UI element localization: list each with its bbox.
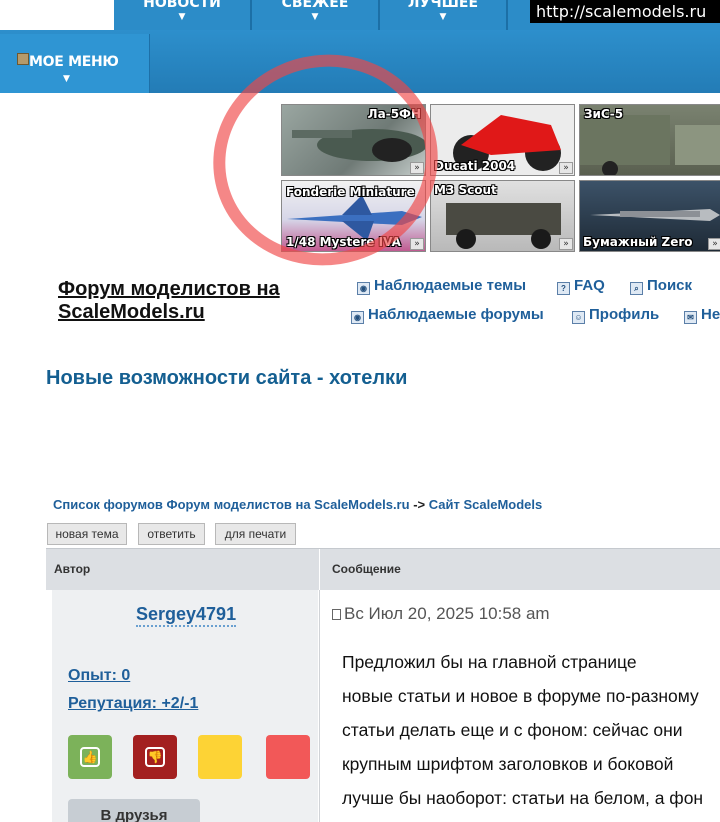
site-title-line2: ScaleModels.ru [58, 301, 205, 323]
faq-label: FAQ [574, 277, 605, 294]
watch-icon: ◉ [351, 311, 364, 324]
chevron-down-icon: ▼ [311, 12, 319, 22]
nav-item-news[interactable]: НОВОСТИ ▼ [114, 0, 250, 30]
post-author-link[interactable]: Sergey4791 [136, 603, 237, 627]
profile-link[interactable]: ☺ Профиль [572, 306, 659, 324]
breadcrumb: Список форумов Форум моделистов на Scale… [53, 497, 542, 512]
url-overlay: http://scalemodels.ru [530, 0, 720, 23]
watched-topics-label: Наблюдаемые темы [374, 277, 527, 294]
nav-label: НОВОСТИ [143, 0, 221, 11]
post-line: Предложил бы на главной странице [342, 652, 637, 672]
user-menu-icon [17, 53, 29, 65]
banner-tile[interactable]: ЗиС-5 [579, 104, 720, 176]
topic-title[interactable]: Новые возможности сайта - хотелки [46, 367, 407, 390]
print-button[interactable]: для печати [215, 523, 296, 545]
breadcrumb-root-link[interactable]: Список форумов Форум моделистов на Scale… [53, 497, 410, 512]
author-column-header: Автор [54, 562, 91, 576]
post-icon [332, 609, 341, 620]
post-line: лучше бы наоборот: статьи на белом, а фо… [342, 788, 704, 808]
experience-link[interactable]: Опыт: 0 [68, 667, 130, 685]
profile-label: Профиль [589, 306, 660, 323]
tile-caption: Ducati 2004 [434, 159, 516, 173]
yellow-card-button[interactable] [198, 735, 242, 779]
search-label: Поиск [647, 277, 693, 294]
new-link-label: Не [701, 306, 720, 323]
message-column-header: Сообщение [332, 562, 401, 576]
chevron-down-icon: ▼ [63, 74, 70, 84]
table-header: Автор Сообщение [46, 548, 720, 591]
post-line: статьи делать еще и с фоном: сейчас они [342, 720, 683, 740]
more-icon[interactable]: » [708, 238, 720, 250]
banner-tile[interactable]: M3 Scout » [430, 180, 575, 252]
search-link[interactable]: ⌕ Поиск [630, 277, 692, 295]
message-icon: ✉ [684, 311, 697, 324]
my-menu-label: МОЕ МЕНЮ [29, 54, 119, 70]
reputation-link[interactable]: Репутация: +2/-1 [68, 695, 198, 713]
my-menu-button[interactable]: МОЕ МЕНЮ ▼ [0, 34, 150, 93]
add-friend-button[interactable]: В друзья [68, 799, 200, 822]
search-icon: ⌕ [630, 282, 643, 295]
post-line: новые статьи и новое в форуме по-разному [342, 686, 699, 706]
more-icon[interactable]: » [410, 238, 424, 250]
watched-forums-link[interactable]: ◉ Наблюдаемые форумы [351, 306, 544, 324]
like-button[interactable]: 👍 [68, 735, 112, 779]
reply-button[interactable]: ответить [138, 523, 205, 545]
post-body: Предложил бы на главной странице новые с… [342, 645, 720, 815]
tile-caption: M3 Scout [434, 183, 497, 197]
breadcrumb-separator: -> [413, 497, 426, 512]
nav-item-best[interactable]: ЛУЧШЕЕ ▼ [380, 0, 506, 30]
post-line: крупным шрифтом заголовков и боковой [342, 754, 674, 774]
chevron-down-icon: ▼ [178, 12, 186, 22]
site-title-line1: Форум моделистов на [58, 278, 280, 300]
more-icon[interactable]: » [559, 238, 573, 250]
more-icon[interactable]: » [559, 162, 573, 174]
column-divider [319, 590, 320, 822]
nav-label: ЛУЧШЕЕ [407, 0, 479, 11]
banner-tile[interactable]: Бумажный Zero » [579, 180, 720, 252]
chevron-down-icon: ▼ [439, 12, 447, 22]
post-date: Вс Июл 20, 2025 10:58 am [332, 604, 550, 624]
thumbs-down-icon: 👎 [145, 747, 165, 767]
nav-item-fresh[interactable]: СВЕЖЕЕ ▼ [252, 0, 378, 30]
faq-link[interactable]: ? FAQ [557, 277, 605, 295]
thumbs-up-icon: 👍 [80, 747, 100, 767]
watch-icon: ◉ [357, 282, 370, 295]
nav-label: СВЕЖЕЕ [281, 0, 349, 11]
dislike-button[interactable]: 👎 [133, 735, 177, 779]
tile-caption: Бумажный Zero [583, 235, 693, 249]
watched-topics-link[interactable]: ◉ Наблюдаемые темы [357, 277, 526, 295]
new-topic-button[interactable]: новая тема [47, 523, 127, 545]
new-link-partial[interactable]: ✉ Не [684, 306, 720, 324]
post-date-text: Вс Июл 20, 2025 10:58 am [344, 604, 550, 623]
column-divider [319, 549, 320, 591]
red-card-button[interactable] [266, 735, 310, 779]
tile-caption: ЗиС-5 [584, 107, 624, 121]
watched-forums-label: Наблюдаемые форумы [368, 306, 544, 323]
help-icon: ? [557, 282, 570, 295]
profile-icon: ☺ [572, 311, 585, 324]
breadcrumb-current-link[interactable]: Сайт ScaleModels [429, 497, 543, 512]
banner-tile[interactable]: Ducati 2004 » [430, 104, 575, 176]
site-title[interactable]: Форум моделистов на ScaleModels.ru [58, 278, 318, 324]
